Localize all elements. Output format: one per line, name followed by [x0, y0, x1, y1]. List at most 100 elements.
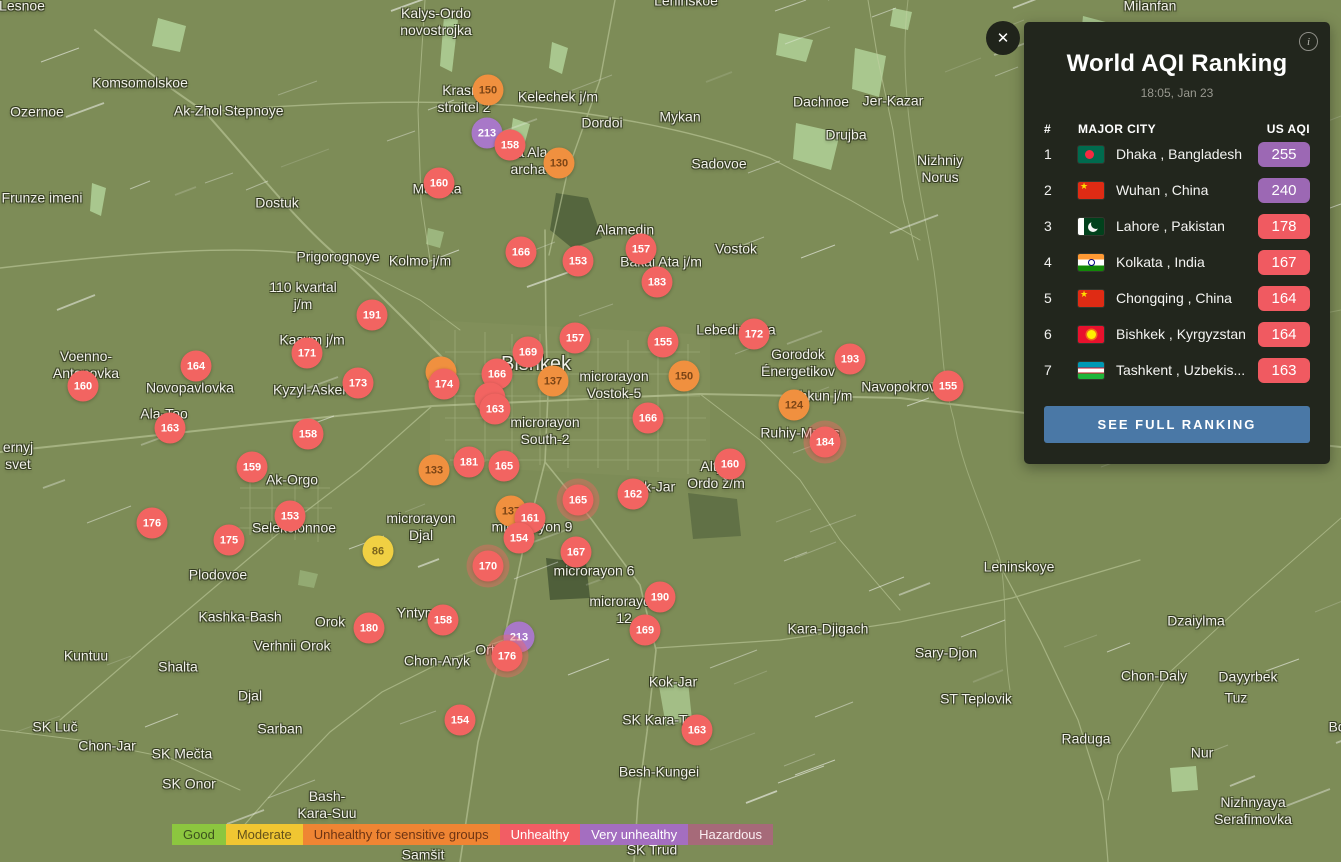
- aqi-marker[interactable]: 175: [214, 525, 245, 556]
- ranking-row-4[interactable]: 4 Kolkata , India167: [1044, 244, 1310, 280]
- ranking-rows: 1 Dhaka , Bangladesh255 2 Wuhan , China240 3…: [1044, 136, 1310, 388]
- ranking-row-5[interactable]: 5 Chongqing , China164: [1044, 280, 1310, 316]
- aqi-marker[interactable]: 160: [68, 371, 99, 402]
- aqi-marker[interactable]: 170: [473, 551, 504, 582]
- aqi-marker[interactable]: 157: [560, 323, 591, 354]
- aqi-marker[interactable]: 158: [428, 605, 459, 636]
- aqi-marker[interactable]: 190: [645, 582, 676, 613]
- flag-icon-cn: [1078, 290, 1104, 307]
- city-name: Tashkent , Uzbekis...: [1116, 362, 1258, 378]
- rank-number: 4: [1044, 254, 1078, 270]
- aqi-marker[interactable]: 162: [618, 479, 649, 510]
- flag-icon-kg: [1078, 326, 1104, 343]
- legend-item: Moderate: [226, 824, 303, 845]
- city-name: Dhaka , Bangladesh: [1116, 146, 1258, 162]
- aqi-marker[interactable]: 155: [648, 327, 679, 358]
- see-full-ranking-button[interactable]: SEE FULL RANKING: [1044, 406, 1310, 443]
- aqi-badge: 163: [1258, 358, 1310, 383]
- aqi-marker[interactable]: 176: [492, 641, 523, 672]
- aqi-marker[interactable]: 86: [363, 536, 394, 567]
- ranking-row-2[interactable]: 2 Wuhan , China240: [1044, 172, 1310, 208]
- aqi-badge: 240: [1258, 178, 1310, 203]
- aqi-marker[interactable]: 191: [357, 300, 388, 331]
- ranking-row-6[interactable]: 6 Bishkek , Kyrgyzstan164: [1044, 316, 1310, 352]
- rank-number: 1: [1044, 146, 1078, 162]
- ranking-row-7[interactable]: 7Tashkent , Uzbekis...163: [1044, 352, 1310, 388]
- aqi-marker[interactable]: 169: [513, 337, 544, 368]
- flag-icon-in: [1078, 254, 1104, 271]
- aqi-marker[interactable]: 163: [480, 394, 511, 425]
- aqi-badge: 164: [1258, 286, 1310, 311]
- aqi-marker[interactable]: 163: [155, 413, 186, 444]
- aqi-marker[interactable]: 172: [739, 319, 770, 350]
- city-name: Chongqing , China: [1116, 290, 1258, 306]
- aqi-marker[interactable]: 154: [445, 705, 476, 736]
- aqi-marker[interactable]: 181: [454, 447, 485, 478]
- aqi-marker[interactable]: 160: [424, 168, 455, 199]
- rank-column-header: #: [1044, 122, 1078, 136]
- aqi-column-header: US AQI: [1254, 122, 1310, 136]
- aqi-map-app: LesnoeKalys-OrdonovostrojkaLeninskoeMila…: [0, 0, 1341, 862]
- aqi-marker[interactable]: 167: [561, 537, 592, 568]
- legend-item: Good: [172, 824, 226, 845]
- legend-item: Unhealthy: [500, 824, 581, 845]
- aqi-marker[interactable]: 173: [343, 368, 374, 399]
- aqi-marker[interactable]: 174: [429, 369, 460, 400]
- city-column-header: MAJOR CITY: [1078, 122, 1254, 136]
- rank-number: 2: [1044, 182, 1078, 198]
- aqi-marker[interactable]: 183: [642, 267, 673, 298]
- aqi-marker[interactable]: 155: [933, 371, 964, 402]
- info-icon-glyph: i: [1307, 36, 1310, 48]
- aqi-marker[interactable]: 153: [563, 246, 594, 277]
- aqi-badge: 178: [1258, 214, 1310, 239]
- legend-item: Unhealthy for sensitive groups: [303, 824, 500, 845]
- aqi-marker[interactable]: 153: [275, 501, 306, 532]
- flag-icon-pk: [1078, 218, 1104, 235]
- ranking-row-1[interactable]: 1 Dhaka , Bangladesh255: [1044, 136, 1310, 172]
- aqi-marker[interactable]: 184: [810, 427, 841, 458]
- aqi-marker[interactable]: 159: [237, 452, 268, 483]
- aqi-marker[interactable]: 165: [563, 485, 594, 516]
- aqi-marker[interactable]: 158: [495, 130, 526, 161]
- aqi-marker[interactable]: 171: [292, 338, 323, 369]
- aqi-marker[interactable]: 169: [630, 615, 661, 646]
- city-name: Bishkek , Kyrgyzstan: [1116, 326, 1258, 342]
- flag-icon-bd: [1078, 146, 1104, 163]
- ranking-row-3[interactable]: 3Lahore , Pakistan178: [1044, 208, 1310, 244]
- aqi-badge: 164: [1258, 322, 1310, 347]
- info-icon[interactable]: i: [1299, 32, 1318, 51]
- aqi-legend: GoodModerateUnhealthy for sensitive grou…: [172, 824, 773, 845]
- aqi-marker[interactable]: 160: [715, 449, 746, 480]
- world-aqi-ranking-panel: i World AQI Ranking 18:05, Jan 23 # MAJO…: [1024, 22, 1330, 464]
- aqi-badge: 167: [1258, 250, 1310, 275]
- aqi-marker[interactable]: 180: [354, 613, 385, 644]
- city-name: Wuhan , China: [1116, 182, 1258, 198]
- aqi-marker[interactable]: 158: [293, 419, 324, 450]
- rank-number: 6: [1044, 326, 1078, 342]
- aqi-marker[interactable]: 124: [779, 390, 810, 421]
- aqi-marker[interactable]: 154: [504, 523, 535, 554]
- aqi-marker[interactable]: 137: [538, 366, 569, 397]
- aqi-marker[interactable]: 166: [633, 403, 664, 434]
- flag-icon-uz: [1078, 362, 1104, 379]
- aqi-marker[interactable]: 164: [181, 351, 212, 382]
- aqi-marker[interactable]: 133: [419, 455, 450, 486]
- aqi-marker[interactable]: 165: [489, 451, 520, 482]
- aqi-marker[interactable]: 150: [669, 361, 700, 392]
- ranking-table-header: # MAJOR CITY US AQI: [1044, 122, 1310, 136]
- aqi-marker[interactable]: 150: [473, 75, 504, 106]
- panel-title: World AQI Ranking: [1044, 50, 1310, 78]
- ranking-timestamp: 18:05, Jan 23: [1044, 86, 1310, 100]
- aqi-marker[interactable]: 176: [137, 508, 168, 539]
- legend-item: Hazardous: [688, 824, 773, 845]
- aqi-marker[interactable]: 166: [506, 237, 537, 268]
- aqi-badge: 255: [1258, 142, 1310, 167]
- rank-number: 5: [1044, 290, 1078, 306]
- close-panel-button[interactable]: ✕: [986, 21, 1020, 55]
- rank-number: 3: [1044, 218, 1078, 234]
- aqi-marker[interactable]: 157: [626, 234, 657, 265]
- aqi-marker[interactable]: 193: [835, 344, 866, 375]
- aqi-marker[interactable]: 130: [544, 148, 575, 179]
- city-name: Kolkata , India: [1116, 254, 1258, 270]
- aqi-marker[interactable]: 163: [682, 715, 713, 746]
